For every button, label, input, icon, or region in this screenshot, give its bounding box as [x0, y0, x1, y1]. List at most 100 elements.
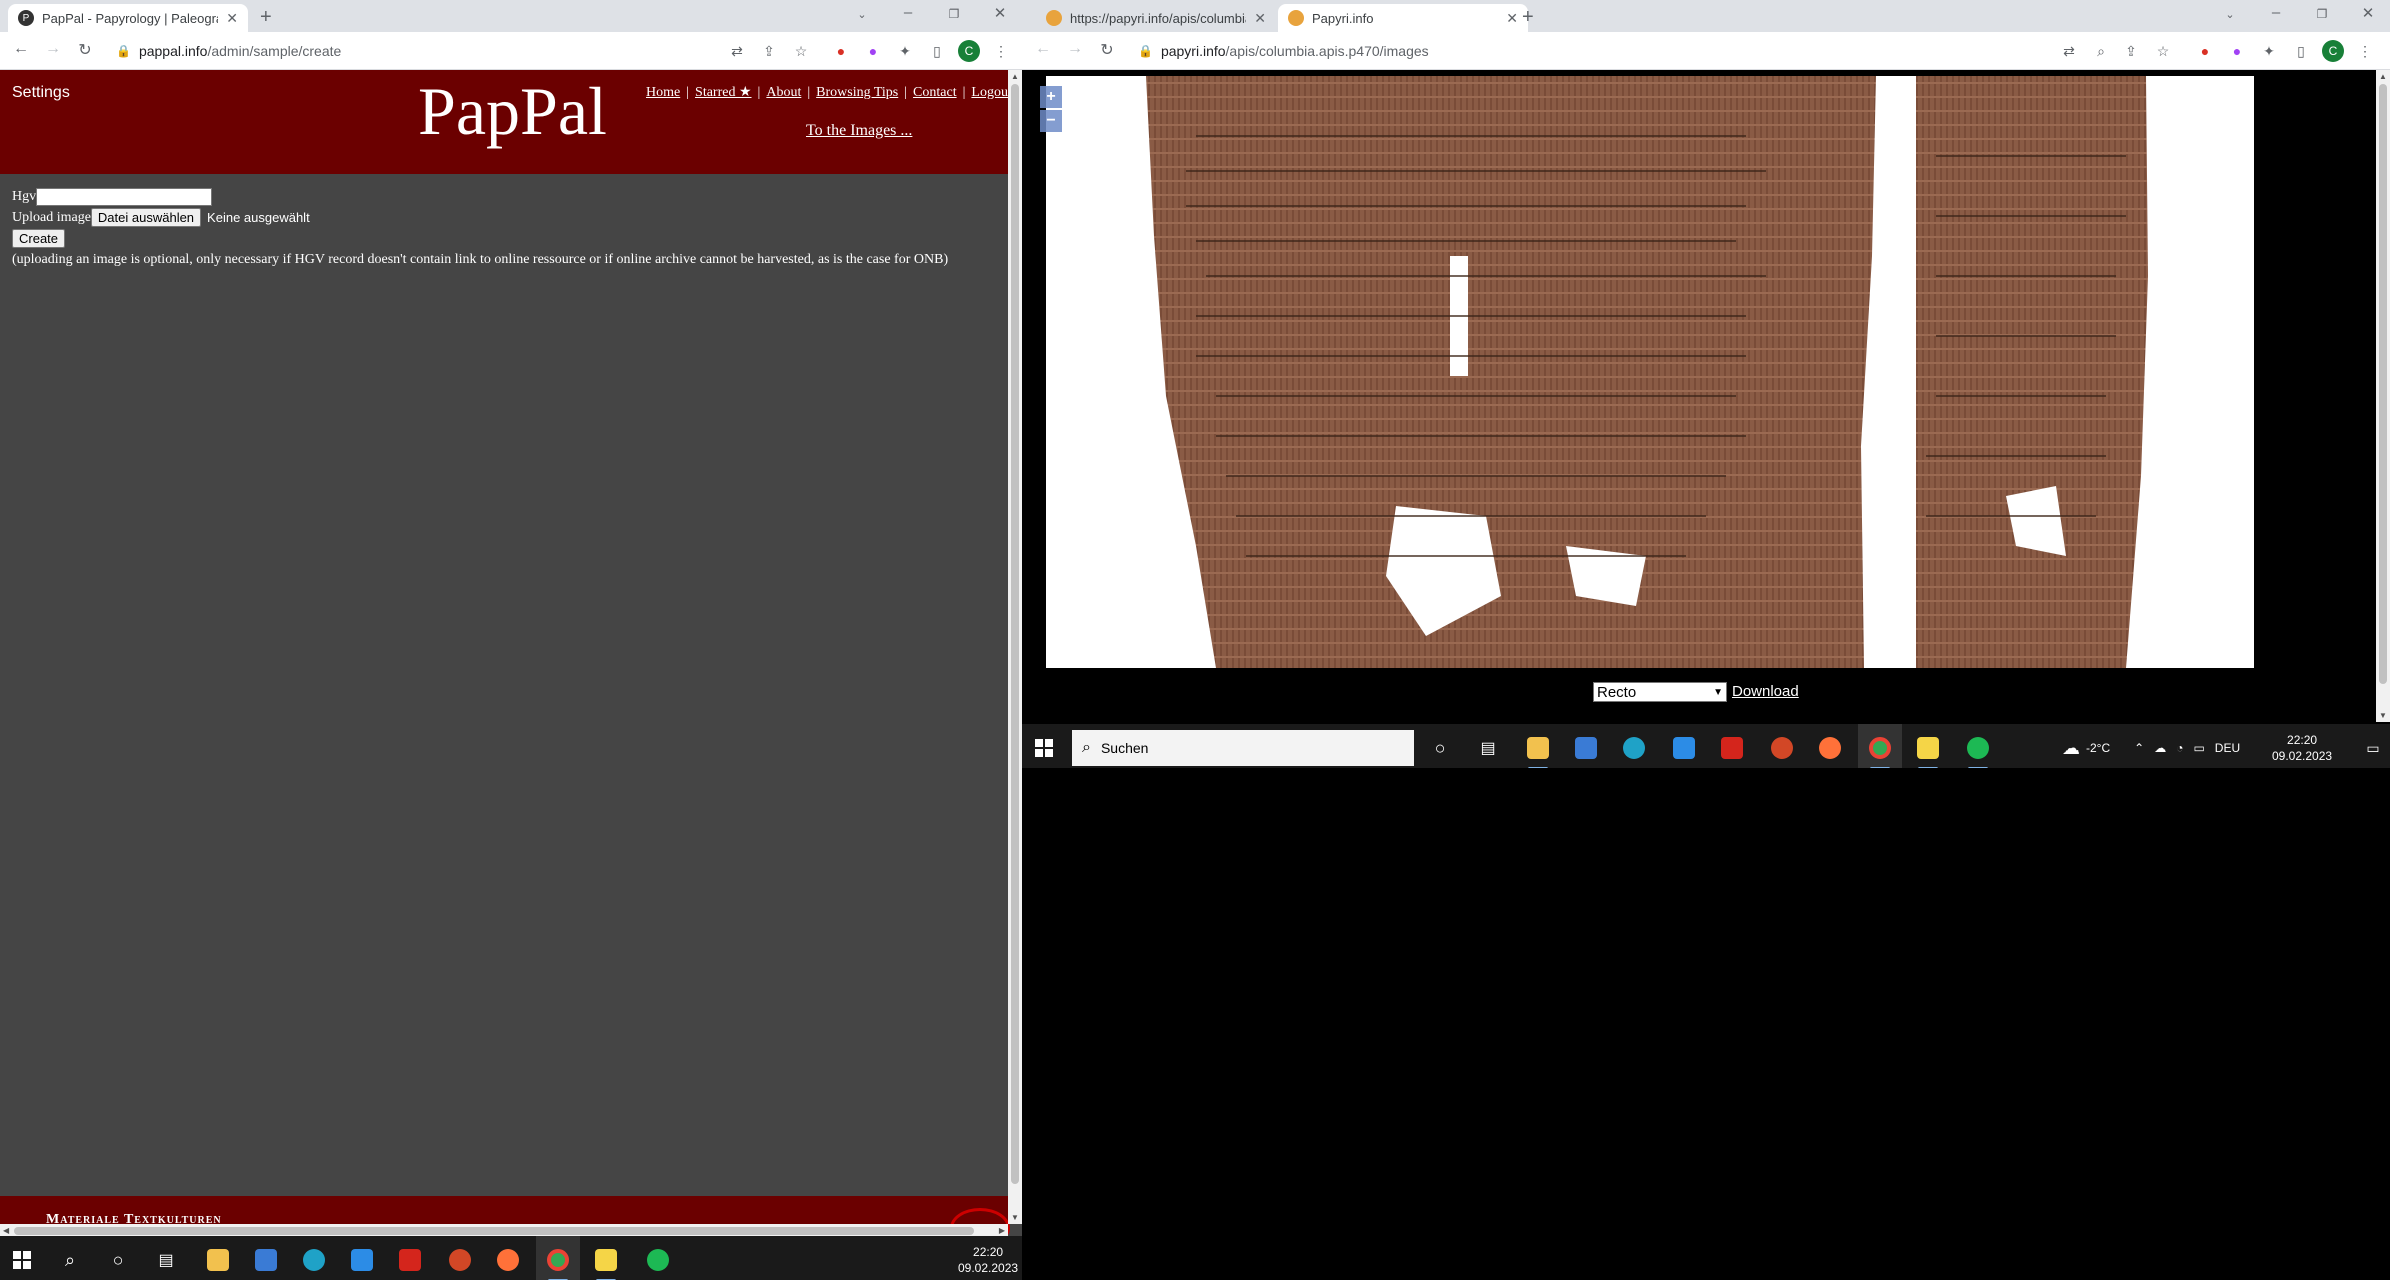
weather-cloud-icon[interactable]: ☁ — [2062, 738, 2080, 759]
scroll-down-arrow-icon[interactable]: ▼ — [2379, 711, 2387, 720]
scroll-right-arrow-icon[interactable]: ▶ — [999, 1226, 1005, 1235]
horizontal-scroll-thumb[interactable] — [14, 1227, 974, 1235]
vertical-scrollbar[interactable]: ▲ ▼ — [1008, 70, 1022, 1224]
powerpoint-icon[interactable] — [438, 1236, 482, 1280]
side-select[interactable]: Recto ▼ — [1593, 682, 1727, 702]
firefox-icon[interactable] — [1808, 724, 1852, 768]
file-explorer-icon[interactable] — [1516, 724, 1560, 768]
side-panel-icon[interactable]: ▯ — [926, 40, 948, 62]
back-button[interactable]: ← — [1032, 40, 1054, 58]
reload-button[interactable]: ↻ — [74, 40, 96, 60]
extension-purple-icon[interactable]: ● — [2226, 40, 2248, 62]
vertical-scroll-thumb[interactable] — [1011, 84, 1019, 1184]
share-icon[interactable]: ⇪ — [758, 40, 780, 62]
nav-logout[interactable]: Logout — [971, 85, 1011, 100]
menu-kebab-icon[interactable]: ⋮ — [990, 40, 1012, 62]
bookmark-star-icon[interactable]: ☆ — [2152, 40, 2174, 62]
firefox-icon[interactable] — [486, 1236, 530, 1280]
cortana-icon[interactable]: ○ — [96, 1236, 140, 1280]
hgv-input[interactable] — [36, 187, 213, 206]
pappal-logo[interactable]: PapPal — [418, 72, 607, 151]
scroll-up-arrow-icon[interactable]: ▲ — [1011, 72, 1019, 81]
menu-kebab-icon[interactable]: ⋮ — [2354, 40, 2376, 62]
scroll-down-arrow-icon[interactable]: ▼ — [1011, 1213, 1019, 1222]
nav-contact[interactable]: Contact — [913, 85, 957, 100]
scroll-left-arrow-icon[interactable]: ◀ — [3, 1226, 9, 1235]
close-tab-icon[interactable]: ✕ — [1254, 10, 1266, 27]
task-view-icon[interactable]: ▤ — [144, 1236, 188, 1280]
extension-purple-icon[interactable]: ● — [862, 40, 884, 62]
minimize-button[interactable]: – — [2262, 4, 2290, 21]
choose-file-button[interactable]: Datei auswählen — [90, 208, 202, 227]
papyrus-image-viewer[interactable] — [1046, 76, 2254, 668]
new-tab-button[interactable]: + — [1522, 6, 1534, 29]
acrobat-icon[interactable] — [388, 1236, 432, 1280]
notes-app-icon[interactable] — [1906, 724, 1950, 768]
new-tab-button[interactable]: + — [260, 6, 272, 29]
nav-home[interactable]: Home — [646, 85, 680, 100]
bookmark-star-icon[interactable]: ☆ — [790, 40, 812, 62]
reload-button[interactable]: ↻ — [1096, 40, 1118, 60]
tab-papyri-info[interactable]: Papyri.info ✕ — [1278, 4, 1528, 32]
vertical-scroll-thumb[interactable] — [2379, 84, 2387, 684]
address-bar[interactable]: 🔒 pappal.info/admin/sample/create — [116, 37, 341, 65]
tab-search-icon[interactable]: ⌄ — [2216, 8, 2244, 21]
address-bar[interactable]: 🔒 papyri.info/apis/columbia.apis.p470/im… — [1138, 37, 1429, 65]
settings-link[interactable]: Settings — [12, 84, 70, 102]
powerpoint-icon[interactable] — [1760, 724, 1804, 768]
start-button[interactable] — [0, 1236, 44, 1280]
restore-button[interactable]: ❐ — [2308, 7, 2336, 21]
input-language[interactable]: DEU — [2215, 741, 2240, 755]
close-window-button[interactable]: ✕ — [2354, 4, 2382, 22]
vertical-scrollbar[interactable]: ▲ ▼ — [2376, 70, 2390, 722]
spotify-icon[interactable] — [1956, 724, 2000, 768]
weather-temp[interactable]: -2°C — [2086, 741, 2110, 755]
mail-icon[interactable] — [340, 1236, 384, 1280]
chrome-icon[interactable] — [1858, 724, 1902, 768]
onedrive-icon[interactable]: ☁ — [2154, 741, 2166, 755]
zoom-icon[interactable]: ⌕ — [2090, 40, 2112, 62]
cortana-icon[interactable]: ○ — [1418, 724, 1462, 768]
notifications-icon[interactable]: ▭ — [2356, 724, 2390, 768]
system-clock[interactable]: 22:20 09.02.2023 — [958, 1244, 1018, 1276]
zoom-in-button[interactable]: + — [1040, 86, 1062, 108]
nav-browsing-tips[interactable]: Browsing Tips — [816, 85, 898, 100]
tab-search-icon[interactable]: ⌄ — [848, 8, 876, 21]
acrobat-icon[interactable] — [1710, 724, 1754, 768]
chevron-up-icon[interactable]: ⌃ — [2134, 741, 2144, 755]
system-clock[interactable]: 22:20 09.02.2023 — [2272, 732, 2332, 764]
extension-red-icon[interactable]: ● — [830, 40, 852, 62]
side-panel-icon[interactable]: ▯ — [2290, 40, 2312, 62]
zoom-out-button[interactable]: − — [1040, 110, 1062, 132]
store-icon[interactable] — [244, 1236, 288, 1280]
taskbar-search-box[interactable]: ⌕ Suchen — [1072, 730, 1414, 766]
spotify-icon[interactable] — [636, 1236, 680, 1280]
create-button[interactable]: Create — [12, 229, 66, 248]
download-link[interactable]: Download — [1732, 683, 1799, 700]
nav-starred[interactable]: Starred ★ — [695, 85, 751, 100]
tab-pappal[interactable]: P PapPal - Papyrology | Paleograph ✕ — [8, 4, 248, 32]
edge-icon[interactable] — [292, 1236, 336, 1280]
to-images-link[interactable]: To the Images ... — [806, 122, 912, 140]
extensions-puzzle-icon[interactable]: ✦ — [894, 40, 916, 62]
mail-icon[interactable] — [1662, 724, 1706, 768]
file-explorer-icon[interactable] — [196, 1236, 240, 1280]
back-button[interactable]: ← — [10, 40, 32, 58]
profile-avatar[interactable]: C — [2322, 40, 2344, 62]
extension-red-icon[interactable]: ● — [2194, 40, 2216, 62]
profile-avatar[interactable]: C — [958, 40, 980, 62]
forward-button[interactable]: → — [1064, 40, 1086, 58]
scroll-up-arrow-icon[interactable]: ▲ — [2379, 72, 2387, 81]
close-tab-icon[interactable]: ✕ — [1506, 10, 1518, 27]
extensions-puzzle-icon[interactable]: ✦ — [2258, 40, 2280, 62]
edge-icon[interactable] — [1612, 724, 1656, 768]
notes-app-icon[interactable] — [584, 1236, 628, 1280]
share-icon[interactable]: ⇪ — [2120, 40, 2142, 62]
battery-icon[interactable]: ▭ — [2193, 741, 2204, 755]
network-icon[interactable]: ◔ — [2176, 741, 2183, 755]
translate-icon[interactable]: ⇄ — [2058, 40, 2080, 62]
restore-button[interactable]: ❐ — [940, 7, 968, 21]
start-button[interactable] — [1022, 724, 1066, 768]
store-icon[interactable] — [1564, 724, 1608, 768]
translate-icon[interactable]: ⇄ — [726, 40, 748, 62]
